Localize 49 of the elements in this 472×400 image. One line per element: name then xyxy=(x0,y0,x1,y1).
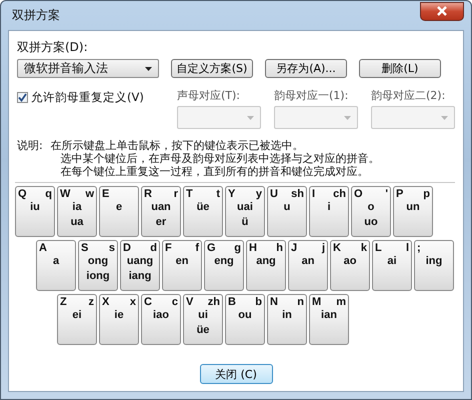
keyboard-key[interactable]: C c iao xyxy=(141,294,181,345)
note-text: 在每个键位上重复这一过程，直到所有的拼音和键位完成对应。 xyxy=(60,165,370,178)
keyboard-key[interactable]: F f en xyxy=(162,240,202,291)
caret-icon xyxy=(247,116,254,120)
allow-repeat-checkbox[interactable]: 允许韵母重复定义(V) xyxy=(17,88,164,105)
note-text: 在所示键盘上单击鼠标，按下的键位表示已被选中。 xyxy=(50,139,305,152)
keyboard-key[interactable]: U sh u xyxy=(267,186,307,237)
close-dialog-button[interactable]: 关闭 (C) xyxy=(200,364,272,384)
close-icon xyxy=(436,6,448,16)
keyboard-key[interactable]: D d uang iang xyxy=(120,240,160,291)
keyboard-key[interactable]: M m ian xyxy=(309,294,349,345)
keyboard-key[interactable]: K k ao xyxy=(330,240,370,291)
window-title: 双拼方案 xyxy=(11,7,60,24)
mapping-label: 韵母对应二(2): xyxy=(371,88,446,103)
caret-icon xyxy=(145,66,152,70)
keyboard-key[interactable]: X x ie xyxy=(99,294,139,345)
keyboard-key[interactable]: A a xyxy=(36,240,76,291)
keyboard-key[interactable]: J j an xyxy=(288,240,328,291)
caret-icon xyxy=(344,116,351,120)
keyboard-key[interactable]: P p un xyxy=(393,186,433,237)
keyboard-key[interactable]: N n in xyxy=(267,294,307,345)
keyboard-key[interactable]: I ch i xyxy=(309,186,349,237)
keyboard-key[interactable]: V zh ui üe xyxy=(183,294,223,345)
caret-icon xyxy=(441,116,448,120)
keyboard-key[interactable]: E e xyxy=(99,186,139,237)
dialog-button[interactable]: 删除(L) xyxy=(359,59,441,78)
keyboard-key[interactable]: Q q iu xyxy=(15,186,55,237)
keyboard-key[interactable]: H h ang xyxy=(246,240,286,291)
keyboard-key[interactable]: T t üe xyxy=(183,186,223,237)
scheme-label: 双拼方案(D): xyxy=(17,39,89,56)
keyboard-key[interactable]: B b ou xyxy=(225,294,265,345)
mapping-label: 声母对应(T): xyxy=(177,88,242,103)
mapping-label: 韵母对应一(1): xyxy=(274,88,350,103)
dialog-button[interactable]: 自定义方案(S) xyxy=(171,59,253,78)
note-label: 说明: xyxy=(17,139,43,154)
note-text: 选中某个键位后，在声母及韵母对应列表中选择与之对应的拼音。 xyxy=(60,152,380,165)
keyboard-key[interactable]: W w ia ua xyxy=(57,186,97,237)
dialog-button[interactable]: 另存为(A)... xyxy=(265,59,347,78)
keyboard-key[interactable]: Y y uai ü xyxy=(225,186,265,237)
keyboard-key[interactable]: Z z ei xyxy=(57,294,97,345)
close-button[interactable] xyxy=(420,2,464,20)
keyboard-key[interactable]: G g eng xyxy=(204,240,244,291)
keyboard-key[interactable]: L l ai xyxy=(372,240,412,291)
keyboard-key[interactable]: S s ong iong xyxy=(78,240,118,291)
keyboard-key[interactable]: O ' o uo xyxy=(351,186,391,237)
check-icon xyxy=(18,93,27,102)
keyboard-key[interactable]: R r uan er xyxy=(141,186,181,237)
keyboard-key[interactable]: ; ing xyxy=(414,240,454,291)
scheme-dropdown[interactable]: 微软拼音输入法 xyxy=(17,59,159,78)
